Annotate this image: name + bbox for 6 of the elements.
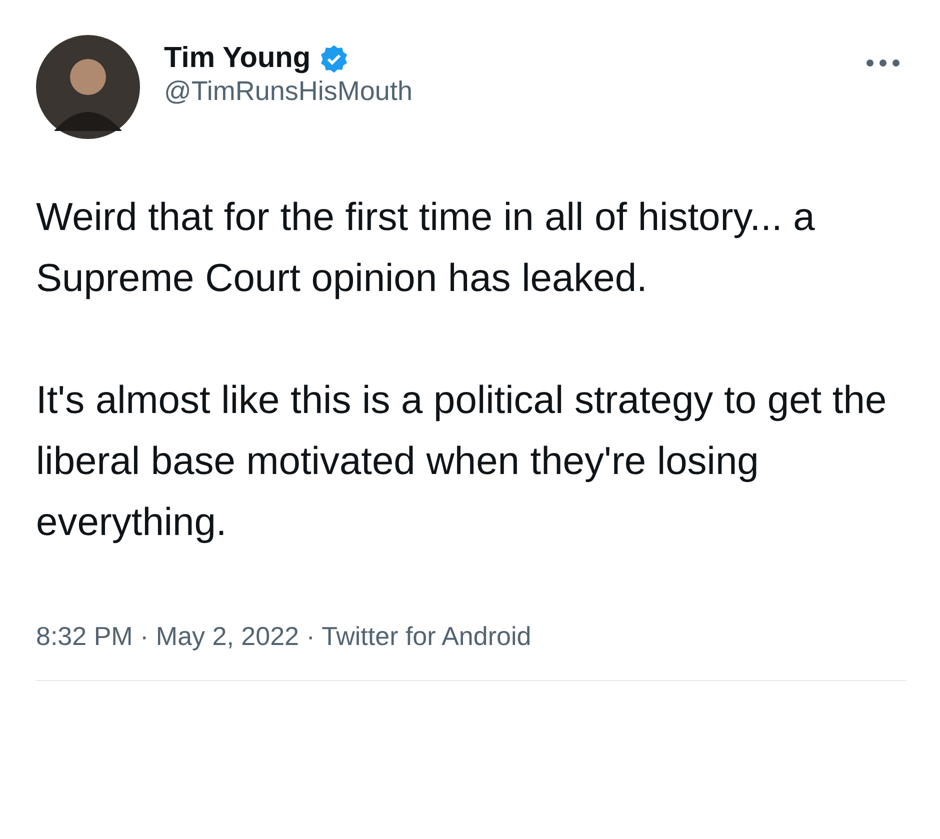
more-icon[interactable] [866,59,900,67]
tweet-timestamp: 8:32 PM · May 2, 2022 · Twitter for Android [36,620,532,653]
author-handle[interactable]: @TimRunsHisMouth [164,74,866,108]
author-name[interactable]: Tim Young [164,43,311,75]
tweet-text: It's almost like this is a political strategy to get the liberal base motivated when they're losing everything. [36,378,888,546]
tweet-text: Weird that for the first time in all of history... a Supreme Court opinion has leaked. [36,195,816,302]
